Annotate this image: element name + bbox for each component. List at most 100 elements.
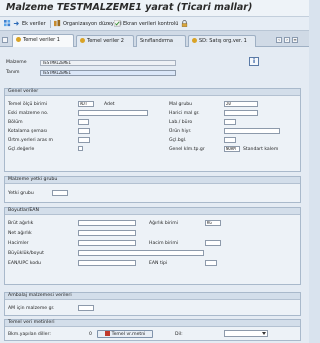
ean-label: EAN/UPC kodu bbox=[8, 261, 41, 266]
dil-dropdown[interactable] bbox=[224, 330, 268, 337]
kotalama-label: Kotalama şeması bbox=[8, 129, 48, 134]
lock-button[interactable] bbox=[181, 20, 190, 27]
ean-tipi-label: EAN tipi bbox=[149, 261, 168, 266]
bkm-label: Bkm.yapılan diller: bbox=[8, 332, 51, 337]
eski-malzeme-field[interactable] bbox=[78, 110, 148, 116]
hacimler-field[interactable] bbox=[78, 240, 136, 246]
tab-scroll-left-icon[interactable] bbox=[2, 37, 8, 43]
tab-label: SD: Satış org.ver. 1 bbox=[199, 38, 247, 44]
genel-veriler-header: Genel veriler bbox=[5, 89, 300, 96]
ek-veriler-label: Ek veriler bbox=[22, 20, 46, 27]
am-field[interactable] bbox=[78, 305, 94, 311]
text-doc-icon bbox=[104, 331, 110, 336]
ekran-verileri-button[interactable]: Ekran verileri kontrolü bbox=[113, 19, 179, 27]
info-icon: i bbox=[253, 58, 256, 65]
temel-metin-button-label: Temel vr.metni bbox=[111, 332, 146, 337]
tab-list-icon[interactable]: ≡ bbox=[292, 37, 298, 43]
am-label: AM için malzeme gr. bbox=[8, 306, 55, 311]
harici-field[interactable] bbox=[224, 110, 258, 116]
mal-grubu-field[interactable]: 20 bbox=[224, 101, 258, 107]
info-button[interactable]: i bbox=[249, 57, 259, 66]
gcl-bgl-field[interactable] bbox=[224, 137, 236, 143]
agirlik-birimi-field[interactable]: KG bbox=[205, 220, 221, 226]
tab-siniflandirma[interactable]: Sınıflandırma bbox=[136, 35, 186, 47]
org-levels-icon bbox=[54, 20, 61, 27]
temel-metin-button[interactable]: Temel vr.metni bbox=[97, 330, 153, 338]
toolbar: Ek veriler Organizasyon düzeyleri Ekran … bbox=[0, 17, 309, 31]
check-icon bbox=[113, 19, 121, 27]
kotalama-field[interactable] bbox=[78, 128, 90, 134]
urun-hiyr-label: Ürün hiyr. bbox=[169, 129, 192, 134]
urtm-field[interactable] bbox=[78, 137, 90, 143]
eski-malzeme-label: Eski malzeme no. bbox=[8, 111, 49, 116]
organizasyon-button[interactable]: Organizasyon düzeyleri bbox=[54, 20, 122, 27]
tab-status-icon bbox=[16, 37, 21, 42]
ean-field[interactable] bbox=[78, 260, 136, 266]
tab-scroll-left-icon[interactable]: ‹ bbox=[276, 37, 282, 43]
net-label: Net ağırlık bbox=[8, 231, 32, 236]
harici-label: Harici mal gr. bbox=[169, 111, 200, 116]
tab-label: Temel veriler 2 bbox=[87, 38, 124, 44]
dil-label: Dil: bbox=[175, 332, 183, 337]
yetki-field[interactable] bbox=[52, 190, 68, 196]
boyutlar-ean-header: Boyutlar/EAN bbox=[5, 208, 300, 215]
toolbar-separator bbox=[50, 20, 51, 28]
urun-hiyr-field[interactable] bbox=[224, 128, 280, 134]
tab-scroll-right-icon[interactable]: › bbox=[284, 37, 290, 43]
temel-olcu-field[interactable]: ADT bbox=[78, 101, 94, 107]
ekran-verileri-label: Ekran verileri kontrolü bbox=[123, 20, 179, 27]
genel-kalem-label: Genel klm.tp.gr bbox=[169, 147, 205, 152]
arrow-right-icon bbox=[13, 20, 20, 27]
bkm-value: 0 bbox=[89, 332, 92, 337]
content-area: Malzeme TESTMALZEME1 Tanım TESTMALZEME1 … bbox=[0, 47, 309, 343]
tab-strip: Temel veriler 1 Temel veriler 2 Sınıflan… bbox=[0, 31, 309, 48]
brut-label: Brüt ağırlık bbox=[8, 221, 34, 226]
lab-field[interactable] bbox=[224, 119, 236, 125]
yetki-grubu-header: Malzeme yetki grubu bbox=[5, 177, 300, 184]
mal-grubu-label: Mal grubu bbox=[169, 102, 193, 107]
buyukluk-field[interactable] bbox=[78, 250, 204, 256]
yetki-grubu-group: Malzeme yetki grubu Yetki grubu bbox=[4, 176, 301, 203]
urtm-label: Ürtm.yerleri aras m bbox=[8, 138, 53, 143]
tab-temel-veriler-2[interactable]: Temel veriler 2 bbox=[76, 35, 134, 47]
hacim-birimi-field[interactable] bbox=[205, 240, 221, 246]
genel-kalem-text: Standart kalem bbox=[243, 147, 279, 152]
ambalaj-header: Ambalaj malzemesi verileri bbox=[5, 293, 300, 300]
tab-status-icon bbox=[80, 38, 85, 43]
boyutlar-ean-group: Boyutlar/EAN Brüt ağırlık Ağırlık birimi… bbox=[4, 207, 301, 285]
temel-metin-header: Temel veri metinleri bbox=[5, 320, 300, 327]
page-title: Malzeme TESTMALZEME1 yarat (Ticari malla… bbox=[6, 2, 253, 13]
tab-temel-veriler-1[interactable]: Temel veriler 1 bbox=[12, 34, 74, 48]
ek-veriler-button[interactable]: Ek veriler bbox=[13, 20, 46, 27]
gcl-deg-label: Gçl.değerle bbox=[8, 147, 35, 152]
lock-icon bbox=[181, 20, 188, 27]
tanim-field[interactable]: TESTMALZEME1 bbox=[40, 70, 176, 76]
yetki-label: Yetki grubu bbox=[8, 191, 34, 196]
malzeme-field: TESTMALZEME1 bbox=[40, 60, 176, 66]
agirlik-birimi-label: Ağırlık birimi bbox=[149, 221, 179, 226]
ambalaj-group: Ambalaj malzemesi verileri AM için malze… bbox=[4, 292, 301, 316]
hacim-birimi-label: Hacim birimi bbox=[149, 241, 179, 246]
bolum-label: Bölüm bbox=[8, 120, 23, 125]
temel-olcu-text: Adet bbox=[104, 102, 115, 107]
temel-olcu-label: Temel ölçü birimi bbox=[8, 102, 47, 107]
brut-field[interactable] bbox=[78, 220, 136, 226]
lab-label: Lab./ büro bbox=[169, 120, 193, 125]
net-field[interactable] bbox=[78, 230, 136, 236]
genel-kalem-field[interactable]: NORM bbox=[224, 146, 240, 152]
genel-veriler-group: Genel veriler Temel ölçü birimi ADT Adet… bbox=[4, 88, 301, 172]
gcl-deg-checkbox[interactable] bbox=[78, 146, 83, 151]
layout-icon[interactable] bbox=[4, 20, 13, 27]
hacimler-label: Hacimler bbox=[8, 241, 29, 246]
gcl-bgl-label: Gçl.bgl. bbox=[169, 138, 187, 143]
ean-tipi-field[interactable] bbox=[205, 260, 217, 266]
tab-label: Sınıflandırma bbox=[140, 38, 173, 44]
temel-metin-group: Temel veri metinleri Bkm.yapılan diller:… bbox=[4, 319, 301, 341]
tab-status-icon bbox=[192, 38, 197, 43]
bolum-field[interactable] bbox=[78, 119, 89, 125]
tab-sd-satis-org[interactable]: SD: Satış org.ver. 1 bbox=[188, 35, 256, 47]
malzeme-label: Malzeme bbox=[6, 60, 27, 65]
tab-label: Temel veriler 1 bbox=[23, 37, 60, 43]
tanim-label: Tanım bbox=[6, 70, 20, 75]
chevron-down-icon bbox=[262, 332, 266, 335]
